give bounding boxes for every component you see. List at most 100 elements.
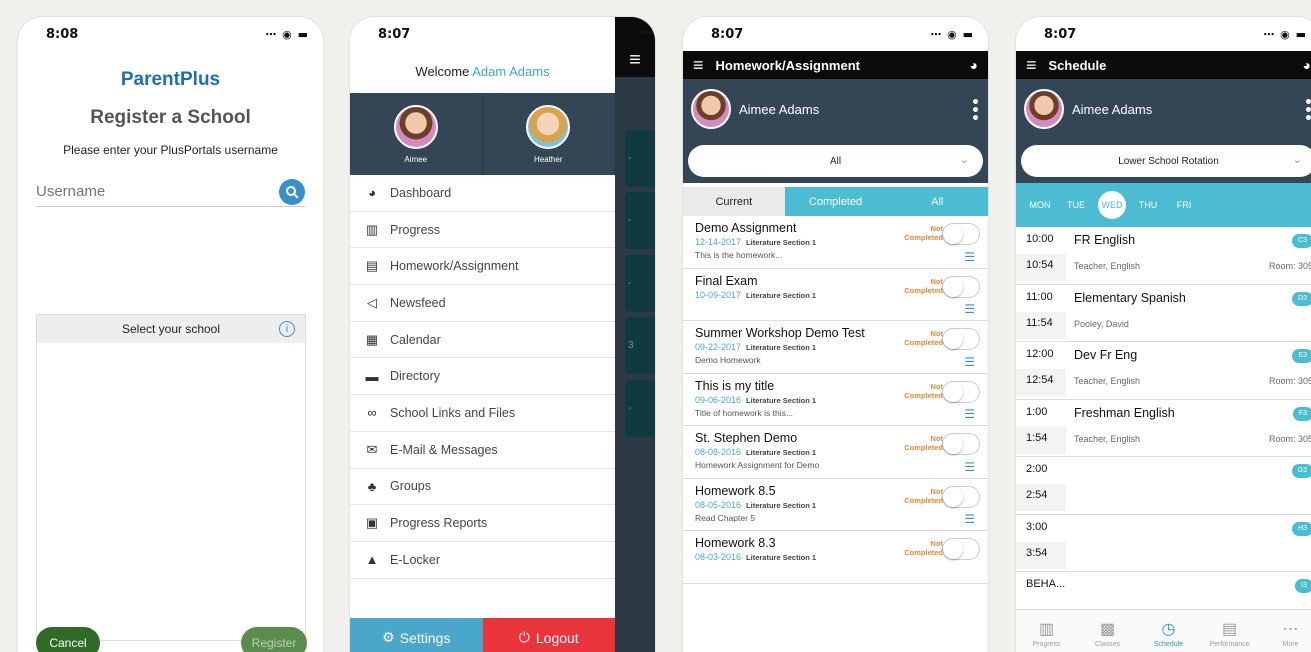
list-details-icon[interactable]: ☰: [964, 302, 975, 316]
status-line: Not: [930, 539, 944, 548]
search-icon: [286, 185, 299, 199]
avatar: [1024, 89, 1064, 129]
homework-item[interactable]: This is my title 09-06-2016 Literature Sec…: [683, 374, 988, 426]
register-button[interactable]: Register: [241, 627, 307, 652]
completed-toggle[interactable]: [942, 433, 980, 455]
rotation-select[interactable]: Lower School Rotation ⌄: [1021, 145, 1311, 177]
chevron-down-icon: ⌄: [1292, 154, 1302, 166]
tab-completed[interactable]: Completed: [784, 187, 887, 216]
period-badge: G3: [1291, 464, 1311, 478]
list-details-icon[interactable]: ☰: [964, 512, 975, 526]
menu-item-newsfeed[interactable]: ◁ Newsfeed: [350, 285, 615, 322]
day-fri[interactable]: FRI: [1166, 200, 1202, 210]
completed-toggle[interactable]: [942, 328, 980, 350]
dashboard-icon[interactable]: ◕: [970, 57, 978, 73]
menu-item-e-mail-messages[interactable]: ✉ E-Mail & Messages: [350, 432, 615, 469]
homework-date: 08-05-2016: [695, 499, 742, 510]
menu-item-homework-assignment[interactable]: ▤ Homework/Assignment: [350, 248, 615, 286]
menu-item-school-links-and-files[interactable]: ∞ School Links and Files: [350, 395, 615, 432]
homework-item[interactable]: Demo Assignment 12-14-2017 Literature Sect…: [683, 216, 988, 269]
completed-toggle[interactable]: [942, 538, 980, 560]
homework-description: Demo Homework: [695, 355, 761, 365]
completed-toggle[interactable]: [942, 275, 980, 298]
tab-all[interactable]: All: [886, 187, 988, 216]
homework-section: Literature Section 1: [746, 395, 817, 405]
schedule-row[interactable]: 12:00 12:54 Dev Fr Eng Teacher, English Room…: [1016, 342, 1311, 400]
completed-toggle[interactable]: [942, 380, 980, 403]
homework-item[interactable]: St. Stephen Demo 08-08-2016 Literature Sec…: [683, 426, 988, 479]
dashboard-icon[interactable]: ◕: [1303, 57, 1311, 73]
day-mon[interactable]: MON: [1022, 200, 1058, 210]
info-icon[interactable]: i: [279, 321, 295, 337]
child-aimee[interactable]: Aimee: [350, 93, 483, 175]
homework-item[interactable]: Homework 8.5 08-05-2016 Literature Section…: [683, 479, 988, 531]
menu-item-dashboard[interactable]: ◕ Dashboard: [350, 175, 615, 212]
search-button[interactable]: [279, 178, 305, 205]
tab-progress[interactable]: ▥ Progress: [1016, 610, 1077, 652]
more-options-icon[interactable]: [1306, 98, 1311, 120]
list-details-icon[interactable]: ☰: [964, 250, 975, 264]
completed-toggle[interactable]: [942, 223, 980, 245]
cancel-button[interactable]: Cancel: [36, 627, 100, 652]
username-field[interactable]: [36, 183, 236, 200]
child-heather[interactable]: Heather: [483, 93, 615, 175]
completed-toggle[interactable]: [942, 485, 980, 508]
student-name: Aimee Adams: [1072, 101, 1153, 117]
homework-section: Literature Section 1: [746, 500, 817, 510]
tab-current[interactable]: Current: [683, 187, 785, 216]
hamburger-icon[interactable]: ≡: [1026, 55, 1037, 76]
logout-button[interactable]: ⏻ Logout: [482, 618, 615, 652]
schedule-row[interactable]: 11:00 11:54 Elementary Spanish Pooley, Davi…: [1016, 285, 1311, 342]
period-badge: C3: [1292, 234, 1311, 248]
menu-item-groups[interactable]: ♣ Groups: [350, 469, 615, 506]
list-details-icon[interactable]: ☰: [964, 355, 975, 369]
menu-item-progress-reports[interactable]: ▣ Progress Reports: [350, 505, 615, 542]
more-options-icon[interactable]: [973, 98, 978, 120]
tab-more[interactable]: ⋯ More: [1260, 610, 1311, 652]
homework-section: Literature Section 1: [746, 553, 817, 562]
tab-schedule[interactable]: ◷ Schedule: [1138, 610, 1199, 652]
settings-button[interactable]: ⚙ Settings: [350, 618, 483, 652]
schedule-row[interactable]: 3:00 3:54 H3: [1016, 515, 1311, 572]
homework-section: Literature Section 1: [746, 448, 817, 457]
room-number: Room: 305: [1268, 433, 1311, 444]
homework-item[interactable]: Homework 8.3 08-03-2016 Literature Section…: [683, 531, 988, 584]
tab-performance[interactable]: ▤ Performance: [1199, 610, 1260, 652]
menu-item-label: Progress: [390, 222, 441, 237]
status-line: Completed: [904, 338, 943, 347]
homework-item[interactable]: Final Exam 10-09-2017 Literature Section 1…: [683, 269, 988, 321]
schedule-row[interactable]: 2:00 2:54 G3: [1016, 457, 1311, 515]
menu-item-progress[interactable]: ▥ Progress: [350, 212, 615, 249]
period-badge: F3: [1292, 406, 1311, 421]
clock: 8:08: [46, 26, 79, 42]
period-badge: I3: [1295, 579, 1311, 593]
welcome-label: Welcome: [415, 64, 470, 79]
teacher-name: Teacher, English: [1074, 376, 1141, 386]
day-wed[interactable]: WED: [1098, 191, 1126, 219]
schedule-screen: 8:07 ⋯ ◉ ▬ ≡ Schedule ◕ Aimee Adams Lowe…: [1016, 17, 1311, 652]
day-tue[interactable]: TUE: [1058, 200, 1094, 210]
menu-item-label: Progress Reports: [390, 516, 488, 531]
schedule-row[interactable]: 1:00 1:54 Freshman English Teacher, English…: [1016, 400, 1311, 457]
tab-classes[interactable]: ▩ Classes: [1077, 610, 1138, 652]
tab-label: More: [1282, 641, 1299, 648]
menu-item-label: Dashboard: [390, 185, 452, 200]
hamburger-icon[interactable]: ≡: [693, 55, 704, 76]
list-details-icon[interactable]: ☰: [964, 460, 975, 474]
class-name: FR English: [1074, 233, 1136, 247]
day-thu[interactable]: THU: [1130, 200, 1166, 210]
list-details-icon[interactable]: ☰: [964, 407, 975, 421]
menu-item-calendar[interactable]: ▦ Calendar: [350, 322, 615, 359]
status-tabs: Current Completed All: [683, 187, 988, 216]
schedule-row[interactable]: 10:00 10:54 FR English Teacher, English Room…: [1016, 227, 1311, 285]
menu-item-e-locker[interactable]: ▲ E-Locker: [350, 542, 615, 579]
filter-select[interactable]: All ⌄: [688, 145, 983, 177]
menu-item-directory[interactable]: ▬ Directory: [350, 358, 615, 396]
tab-label: Progress: [1032, 641, 1061, 648]
status-line: Not: [930, 486, 944, 496]
clock-icon: ◷: [1161, 621, 1176, 638]
status-label: Not Completed: [904, 434, 943, 452]
homework-item[interactable]: Summer Workshop Demo Test 09-22-2017 Liter…: [683, 321, 988, 374]
clock: 8:07: [378, 26, 411, 42]
school-list[interactable]: Select your school i: [36, 314, 306, 641]
